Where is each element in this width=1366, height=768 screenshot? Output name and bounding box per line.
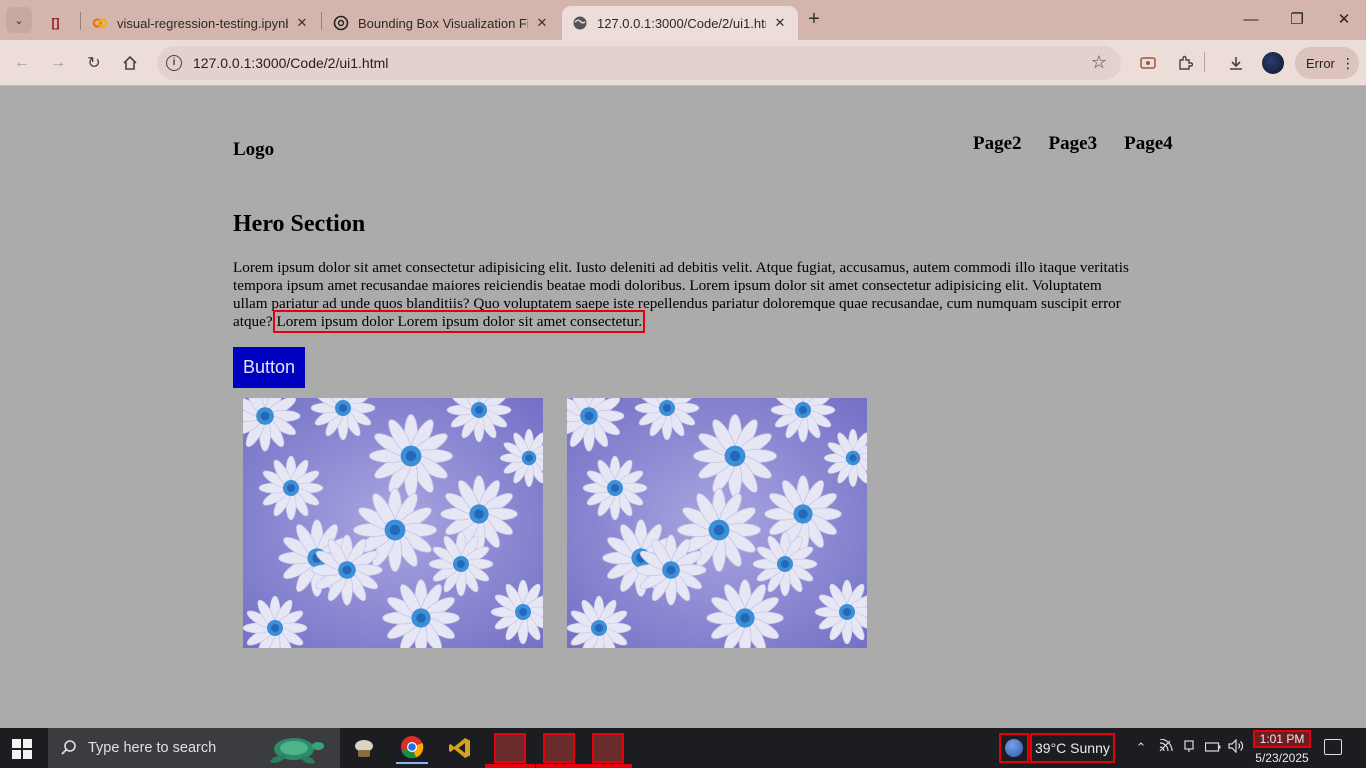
reload-icon[interactable]: ↻: [82, 51, 106, 75]
colab-icon: [92, 15, 108, 31]
profile-error-label: Error: [1306, 55, 1335, 71]
restore-icon[interactable]: ❐: [1285, 8, 1309, 32]
bracket-tab-icon: []: [51, 16, 60, 30]
address-url[interactable]: 127.0.0.1:3000/Code/2/ui1.html: [193, 55, 388, 71]
address-bar[interactable]: i 127.0.0.1:3000/Code/2/ui1.html ☆: [157, 46, 1121, 80]
tab-chatgpt[interactable]: Bounding Box Visualization Fix ✕: [323, 6, 560, 40]
tab-title: visual-regression-testing.ipynb: [117, 15, 288, 31]
tab-close-icon[interactable]: ✕: [534, 15, 550, 31]
nav-link-page4[interactable]: Page4: [1124, 133, 1173, 155]
clock-date: 5/23/2025: [1255, 751, 1309, 765]
browser-tab-strip: ⌄ [] visual-regression-testing.ipynb ✕ B…: [0, 0, 1366, 40]
tab-colab-notebook[interactable]: visual-regression-testing.ipynb ✕: [82, 6, 320, 40]
minimize-icon[interactable]: —: [1239, 8, 1263, 32]
taskbar-clock[interactable]: 1:01 PM 5/23/2025: [1253, 730, 1311, 765]
profile-error-button[interactable]: Error ⋮: [1295, 47, 1359, 79]
taskbar-app-highlight[interactable]: [592, 733, 624, 763]
tab-close-icon[interactable]: ✕: [294, 15, 310, 31]
weather-widget[interactable]: 39°C Sunny: [1030, 733, 1115, 763]
bookmark-star-icon[interactable]: ☆: [1091, 52, 1107, 73]
tray-chevron-up-icon[interactable]: ⌃: [1132, 739, 1150, 757]
windows-taskbar: Type here to search 39°C Sunny ⌃ 1:01 PM…: [0, 728, 1366, 768]
tab-title: 127.0.0.1:3000/Code/2/ui1.html: [597, 15, 766, 31]
site-nav: Page2 Page3 Page4: [973, 133, 1200, 155]
highlight-underline: [584, 764, 632, 768]
chrome-icon[interactable]: [396, 732, 428, 764]
tray-globe-icon[interactable]: [999, 733, 1029, 763]
highlight-underline: [536, 764, 586, 768]
hero-button[interactable]: Button: [233, 347, 305, 388]
tab-title: Bounding Box Visualization Fix: [358, 15, 528, 31]
vscode-icon[interactable]: [444, 732, 476, 764]
site-info-icon[interactable]: i: [166, 55, 182, 71]
notification-center-icon[interactable]: [1324, 739, 1342, 755]
hero-paragraph: Lorem ipsum dolor sit amet consectetur a…: [233, 259, 1133, 333]
daisy-image-2: [567, 398, 867, 648]
search-placeholder: Type here to search: [88, 740, 217, 756]
toolbar-divider: [1204, 52, 1205, 72]
volume-icon[interactable]: [1227, 738, 1245, 757]
windows-start-icon[interactable]: [12, 739, 32, 759]
snip-tool-icon[interactable]: [348, 732, 380, 764]
web-page: Logo Page2 Page3 Page4 Hero Section Lore…: [0, 87, 1366, 728]
globe-icon: [572, 15, 588, 31]
nav-link-page3[interactable]: Page3: [1049, 133, 1098, 155]
battery-icon[interactable]: [1204, 739, 1222, 757]
tab-search-icon[interactable]: ⌄: [6, 7, 32, 33]
highlighted-text-box: Lorem ipsum dolor Lorem ipsum dolor sit …: [273, 310, 646, 333]
screen-cast-icon[interactable]: [1137, 52, 1159, 74]
daisy-flowers-image: [243, 398, 543, 648]
new-tab-icon[interactable]: +: [803, 9, 825, 31]
window-close-icon[interactable]: ✕: [1332, 8, 1356, 32]
chatgpt-icon: [333, 15, 349, 31]
menu-dots-icon: ⋮: [1340, 54, 1355, 71]
taskbar-app-highlight[interactable]: [494, 733, 526, 763]
clock-time: 1:01 PM: [1253, 730, 1311, 748]
forward-icon[interactable]: →: [46, 51, 70, 75]
daisy-image-1: [243, 398, 543, 648]
taskbar-app-highlight[interactable]: [543, 733, 575, 763]
daisy-flowers-image: [567, 398, 867, 648]
back-icon[interactable]: ←: [10, 51, 34, 75]
tab-active-page[interactable]: 127.0.0.1:3000/Code/2/ui1.html ✕: [562, 6, 798, 40]
sea-turtle-icon: [270, 738, 324, 764]
hero-title: Hero Section: [233, 211, 366, 237]
tab-bracket[interactable]: []: [40, 6, 80, 40]
browser-toolbar: ← → ↻ i 127.0.0.1:3000/Code/2/ui1.html ☆…: [0, 40, 1366, 86]
highlight-underline: [485, 764, 535, 768]
site-logo[interactable]: Logo: [233, 139, 274, 161]
network-icon[interactable]: [1180, 739, 1198, 757]
wifi-icon[interactable]: [1157, 738, 1175, 757]
search-icon: [60, 738, 80, 758]
tab-separator: [80, 12, 81, 30]
profile-avatar[interactable]: [1262, 52, 1284, 74]
tab-separator: [321, 12, 322, 30]
nav-link-page2[interactable]: Page2: [973, 133, 1022, 155]
download-icon[interactable]: [1225, 52, 1247, 74]
extensions-icon[interactable]: [1174, 52, 1196, 74]
home-icon[interactable]: [118, 51, 142, 75]
tab-close-icon[interactable]: ✕: [772, 15, 788, 31]
